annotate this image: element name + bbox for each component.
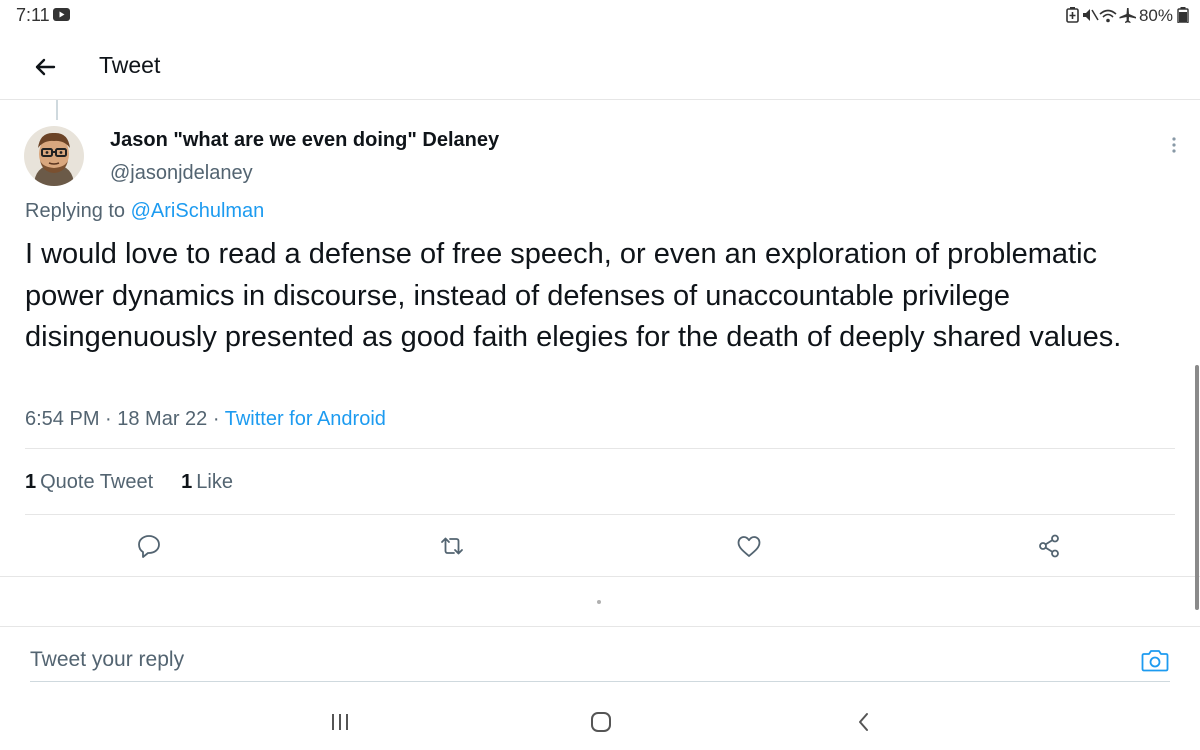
divider <box>0 626 1200 627</box>
wifi-icon <box>1099 9 1117 23</box>
quote-label: Quote Tweet <box>40 471 154 493</box>
home-button[interactable] <box>586 708 616 736</box>
home-icon <box>586 708 616 736</box>
tweet-stats: 1 Quote Tweet 1 Like <box>25 471 233 494</box>
tweet-text: I would love to read a defense of free s… <box>25 238 1122 353</box>
divider <box>25 514 1175 515</box>
divider <box>25 448 1175 449</box>
status-time: 7:11 <box>16 5 50 25</box>
more-vertical-icon <box>1164 133 1184 159</box>
thread-connector-line <box>56 100 58 120</box>
mute-icon <box>1083 9 1099 21</box>
reply-icon <box>134 531 164 561</box>
status-indicator-icons <box>1066 6 1138 24</box>
share-button[interactable] <box>1034 531 1064 561</box>
composer-underline <box>30 681 1170 682</box>
tweet-source-link[interactable]: Twitter for Android <box>225 408 386 430</box>
arrow-left-icon <box>28 50 62 84</box>
youtube-notification-icon <box>53 8 70 21</box>
more-options-button[interactable] <box>1164 133 1184 159</box>
like-button[interactable] <box>734 531 764 561</box>
camera-icon <box>1140 646 1170 674</box>
airplane-icon <box>1119 8 1136 23</box>
quote-count: 1 <box>25 471 37 493</box>
like-label: Like <box>196 471 233 493</box>
system-back-button[interactable] <box>849 708 879 736</box>
user-handle[interactable]: @jasonjdelaney <box>110 162 253 185</box>
back-button[interactable] <box>28 50 62 84</box>
heart-icon <box>734 531 764 561</box>
like-count: 1 <box>181 471 193 493</box>
retweet-icon <box>437 531 467 561</box>
page-title: Tweet <box>99 52 161 78</box>
reply-input[interactable] <box>30 642 1100 678</box>
loading-indicator <box>597 600 601 604</box>
chevron-left-icon <box>849 708 879 736</box>
display-name[interactable]: Jason "what are we even doing" Delaney <box>110 129 499 152</box>
quote-tweets-stat[interactable]: 1 Quote Tweet <box>25 471 153 493</box>
scrollbar[interactable] <box>1195 365 1199 610</box>
retweet-button[interactable] <box>437 531 467 561</box>
share-icon <box>1034 531 1064 561</box>
battery-saver-icon <box>1066 7 1079 23</box>
replying-to-prefix: Replying to <box>25 200 131 222</box>
battery-icon <box>1177 7 1189 23</box>
reply-button[interactable] <box>134 531 164 561</box>
battery-percent: 80% <box>1138 6 1173 25</box>
tweet-metadata: 6:54 PM · 18 Mar 22 · Twitter for Androi… <box>25 408 386 431</box>
likes-stat[interactable]: 1 Like <box>181 471 233 493</box>
recents-icon <box>325 708 355 736</box>
header-divider <box>0 99 1200 100</box>
recent-apps-button[interactable] <box>325 708 355 736</box>
avatar[interactable] <box>24 126 84 186</box>
camera-button[interactable] <box>1140 646 1170 674</box>
replying-to-link[interactable]: @AriSchulman <box>131 200 265 222</box>
replying-to-line: Replying to @AriSchulman <box>25 200 264 223</box>
divider <box>0 576 1200 577</box>
tweet-timestamp: 6:54 PM · 18 Mar 22 · <box>25 408 225 430</box>
